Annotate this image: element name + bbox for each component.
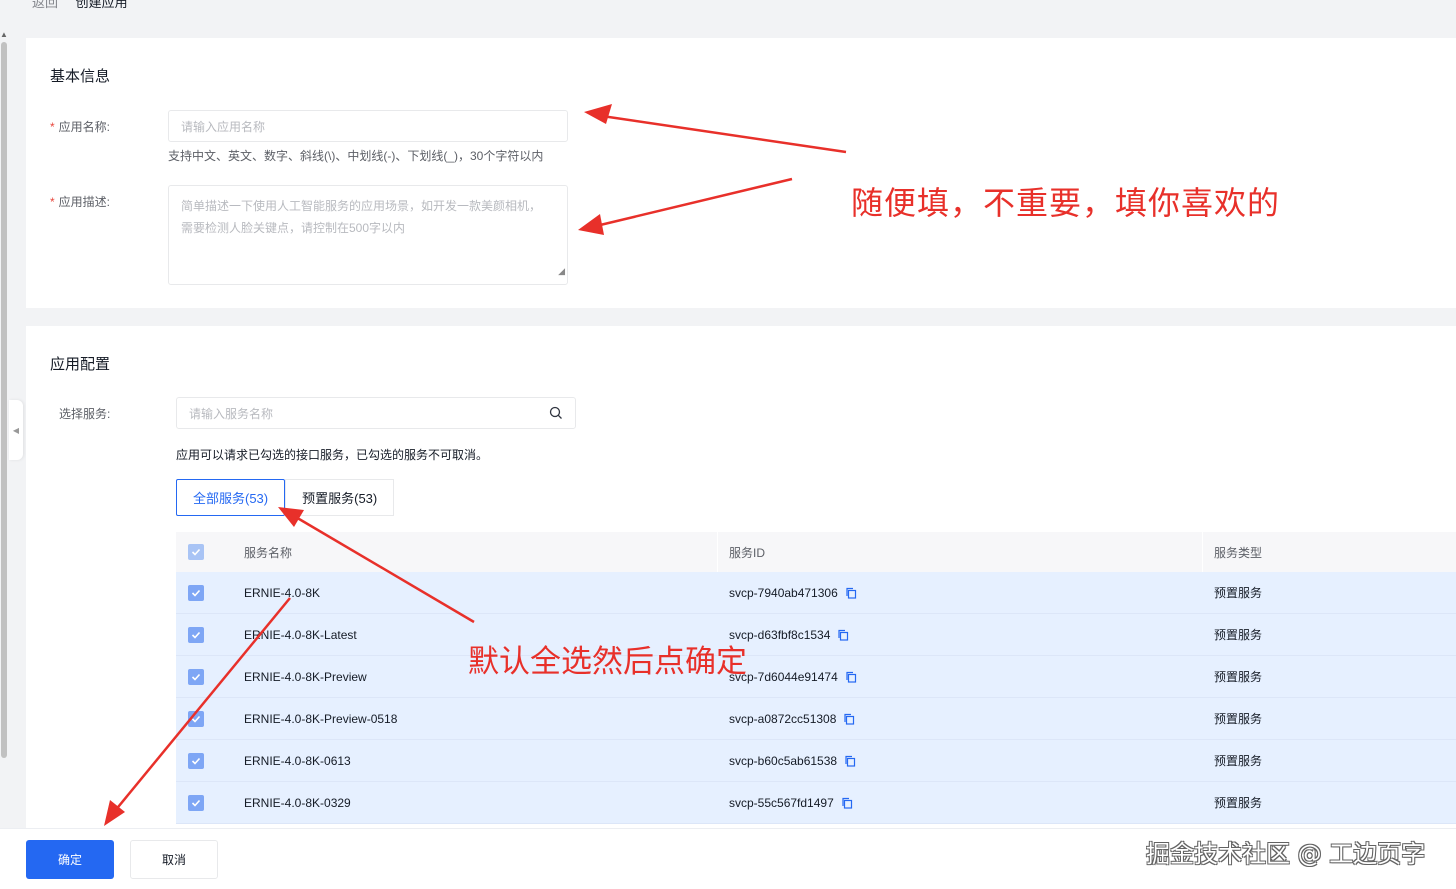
tab-preset-services[interactable]: 预置服务(53) — [285, 479, 395, 516]
row-checkbox[interactable] — [188, 584, 204, 601]
confirm-button[interactable]: 确定 — [26, 840, 114, 879]
service-type-cell: 预置服务 — [1214, 628, 1263, 642]
service-name-cell: ERNIE-4.0-8K-0329 — [244, 795, 351, 810]
service-type-cell: 预置服务 — [1214, 754, 1263, 768]
service-id-cell: svcp-7d6044e91474 — [729, 670, 857, 684]
annotation-note-default-select: 默认全选然后点确定 — [468, 644, 747, 680]
row-checkbox[interactable] — [188, 710, 204, 727]
required-mark: * — [50, 120, 55, 134]
table-row[interactable]: ERNIE-4.0-8K-Latest svcp-d63fbf8c1534 预置服务 — [176, 614, 1456, 656]
caret-left-icon: ◀ — [12, 425, 20, 435]
annotation-note-fill-anything: 随便填，不重要，填你喜欢的 — [851, 184, 1281, 222]
service-name-cell: ERNIE-4.0-8K-Preview — [244, 669, 367, 684]
sidebar-collapse-handle[interactable]: ◀ — [9, 400, 23, 460]
service-search-input[interactable]: 请输入服务名称 — [176, 397, 576, 429]
copy-icon[interactable] — [845, 587, 857, 599]
app-name-input[interactable]: 请输入应用名称 — [168, 110, 568, 142]
copy-icon[interactable] — [841, 797, 853, 809]
service-name-cell: ERNIE-4.0-8K-0613 — [244, 753, 351, 768]
search-icon[interactable] — [549, 406, 563, 420]
back-link[interactable]: 返回 — [32, 0, 58, 10]
service-id-cell: svcp-7940ab471306 — [729, 586, 857, 600]
basic-info-card: 基本信息 * 应用名称: 请输入应用名称 支持中文、英文、数字、斜线(\)、中划线… — [26, 38, 1456, 308]
select-all-checkbox[interactable] — [188, 544, 204, 560]
header-service-name: 服务名称 — [244, 545, 293, 560]
breadcrumb: 返回 创建应用 — [0, 0, 1456, 22]
service-id-cell: svcp-a0872cc51308 — [729, 712, 855, 726]
resize-handle-icon[interactable]: ◢ — [558, 260, 565, 282]
table-row[interactable]: ERNIE-4.0-8K-Preview svcp-7d6044e91474 预置服… — [176, 656, 1456, 698]
row-checkbox[interactable] — [188, 668, 204, 685]
service-type-cell: 预置服务 — [1214, 586, 1263, 600]
watermark: 掘金技术社区 @ 工边页字 — [1146, 840, 1426, 868]
select-service-label: 选择服务: — [59, 407, 111, 421]
header-service-type: 服务类型 — [1214, 545, 1263, 560]
page-scrollbar[interactable]: ▲ ▼ — [0, 30, 8, 875]
scroll-up-icon[interactable]: ▲ — [0, 30, 8, 39]
services-table: 服务名称 服务ID 服务类型 ERNIE-4.0-8K svcp-7940ab47… — [176, 532, 1456, 824]
service-hint: 应用可以请求已勾选的接口服务，已勾选的服务不可取消。 — [176, 448, 489, 462]
tab-all-services[interactable]: 全部服务(53) — [176, 479, 286, 516]
cancel-button[interactable]: 取消 — [130, 840, 218, 879]
table-row[interactable]: ERNIE-4.0-8K-0613 svcp-b60c5ab61538 预置服务 — [176, 740, 1456, 782]
app-name-hint: 支持中文、英文、数字、斜线(\)、中划线(-)、下划线(_)，30个字符以内 — [168, 149, 544, 163]
table-header: 服务名称 服务ID 服务类型 — [176, 532, 1456, 572]
app-desc-textarea[interactable]: 简单描述一下使用人工智能服务的应用场景，如开发一款美颜相机， 需要检测人脸关键点… — [168, 185, 568, 285]
service-type-cell: 预置服务 — [1214, 712, 1263, 726]
basic-info-title: 基本信息 — [50, 68, 111, 85]
app-config-card: 应用配置 选择服务: 请输入服务名称 应用可以请求已勾选的接口服务，已勾选的服务… — [26, 326, 1456, 846]
service-name-cell: ERNIE-4.0-8K-Preview-0518 — [244, 711, 398, 726]
copy-icon[interactable] — [843, 713, 855, 725]
page-title: 创建应用 — [75, 0, 128, 10]
table-row[interactable]: ERNIE-4.0-8K-0329 svcp-55c567fd1497 预置服务 — [176, 782, 1456, 824]
app-name-label: * 应用名称: — [50, 120, 111, 134]
row-checkbox[interactable] — [188, 626, 204, 643]
row-checkbox[interactable] — [188, 794, 204, 811]
copy-icon[interactable] — [845, 671, 857, 683]
table-row[interactable]: ERNIE-4.0-8K svcp-7940ab471306 预置服务 — [176, 572, 1456, 614]
required-mark: * — [50, 195, 55, 209]
row-checkbox[interactable] — [188, 752, 204, 769]
service-id-cell: svcp-b60c5ab61538 — [729, 754, 856, 768]
copy-icon[interactable] — [837, 629, 849, 641]
app-desc-label: * 应用描述: — [50, 195, 111, 209]
copy-icon[interactable] — [844, 755, 856, 767]
service-type-cell: 预置服务 — [1214, 796, 1263, 810]
service-tabs: 全部服务(53) 预置服务(53) — [176, 479, 395, 516]
scrollbar-thumb[interactable] — [1, 42, 7, 758]
app-config-title: 应用配置 — [50, 356, 111, 373]
service-id-cell: svcp-d63fbf8c1534 — [729, 628, 849, 642]
header-service-id: 服务ID — [729, 545, 766, 560]
service-name-cell: ERNIE-4.0-8K-Latest — [244, 627, 357, 642]
service-name-cell: ERNIE-4.0-8K — [244, 585, 321, 600]
service-id-cell: svcp-55c567fd1497 — [729, 796, 853, 810]
table-row[interactable]: ERNIE-4.0-8K-Preview-0518 svcp-a0872cc513… — [176, 698, 1456, 740]
service-type-cell: 预置服务 — [1214, 670, 1263, 684]
